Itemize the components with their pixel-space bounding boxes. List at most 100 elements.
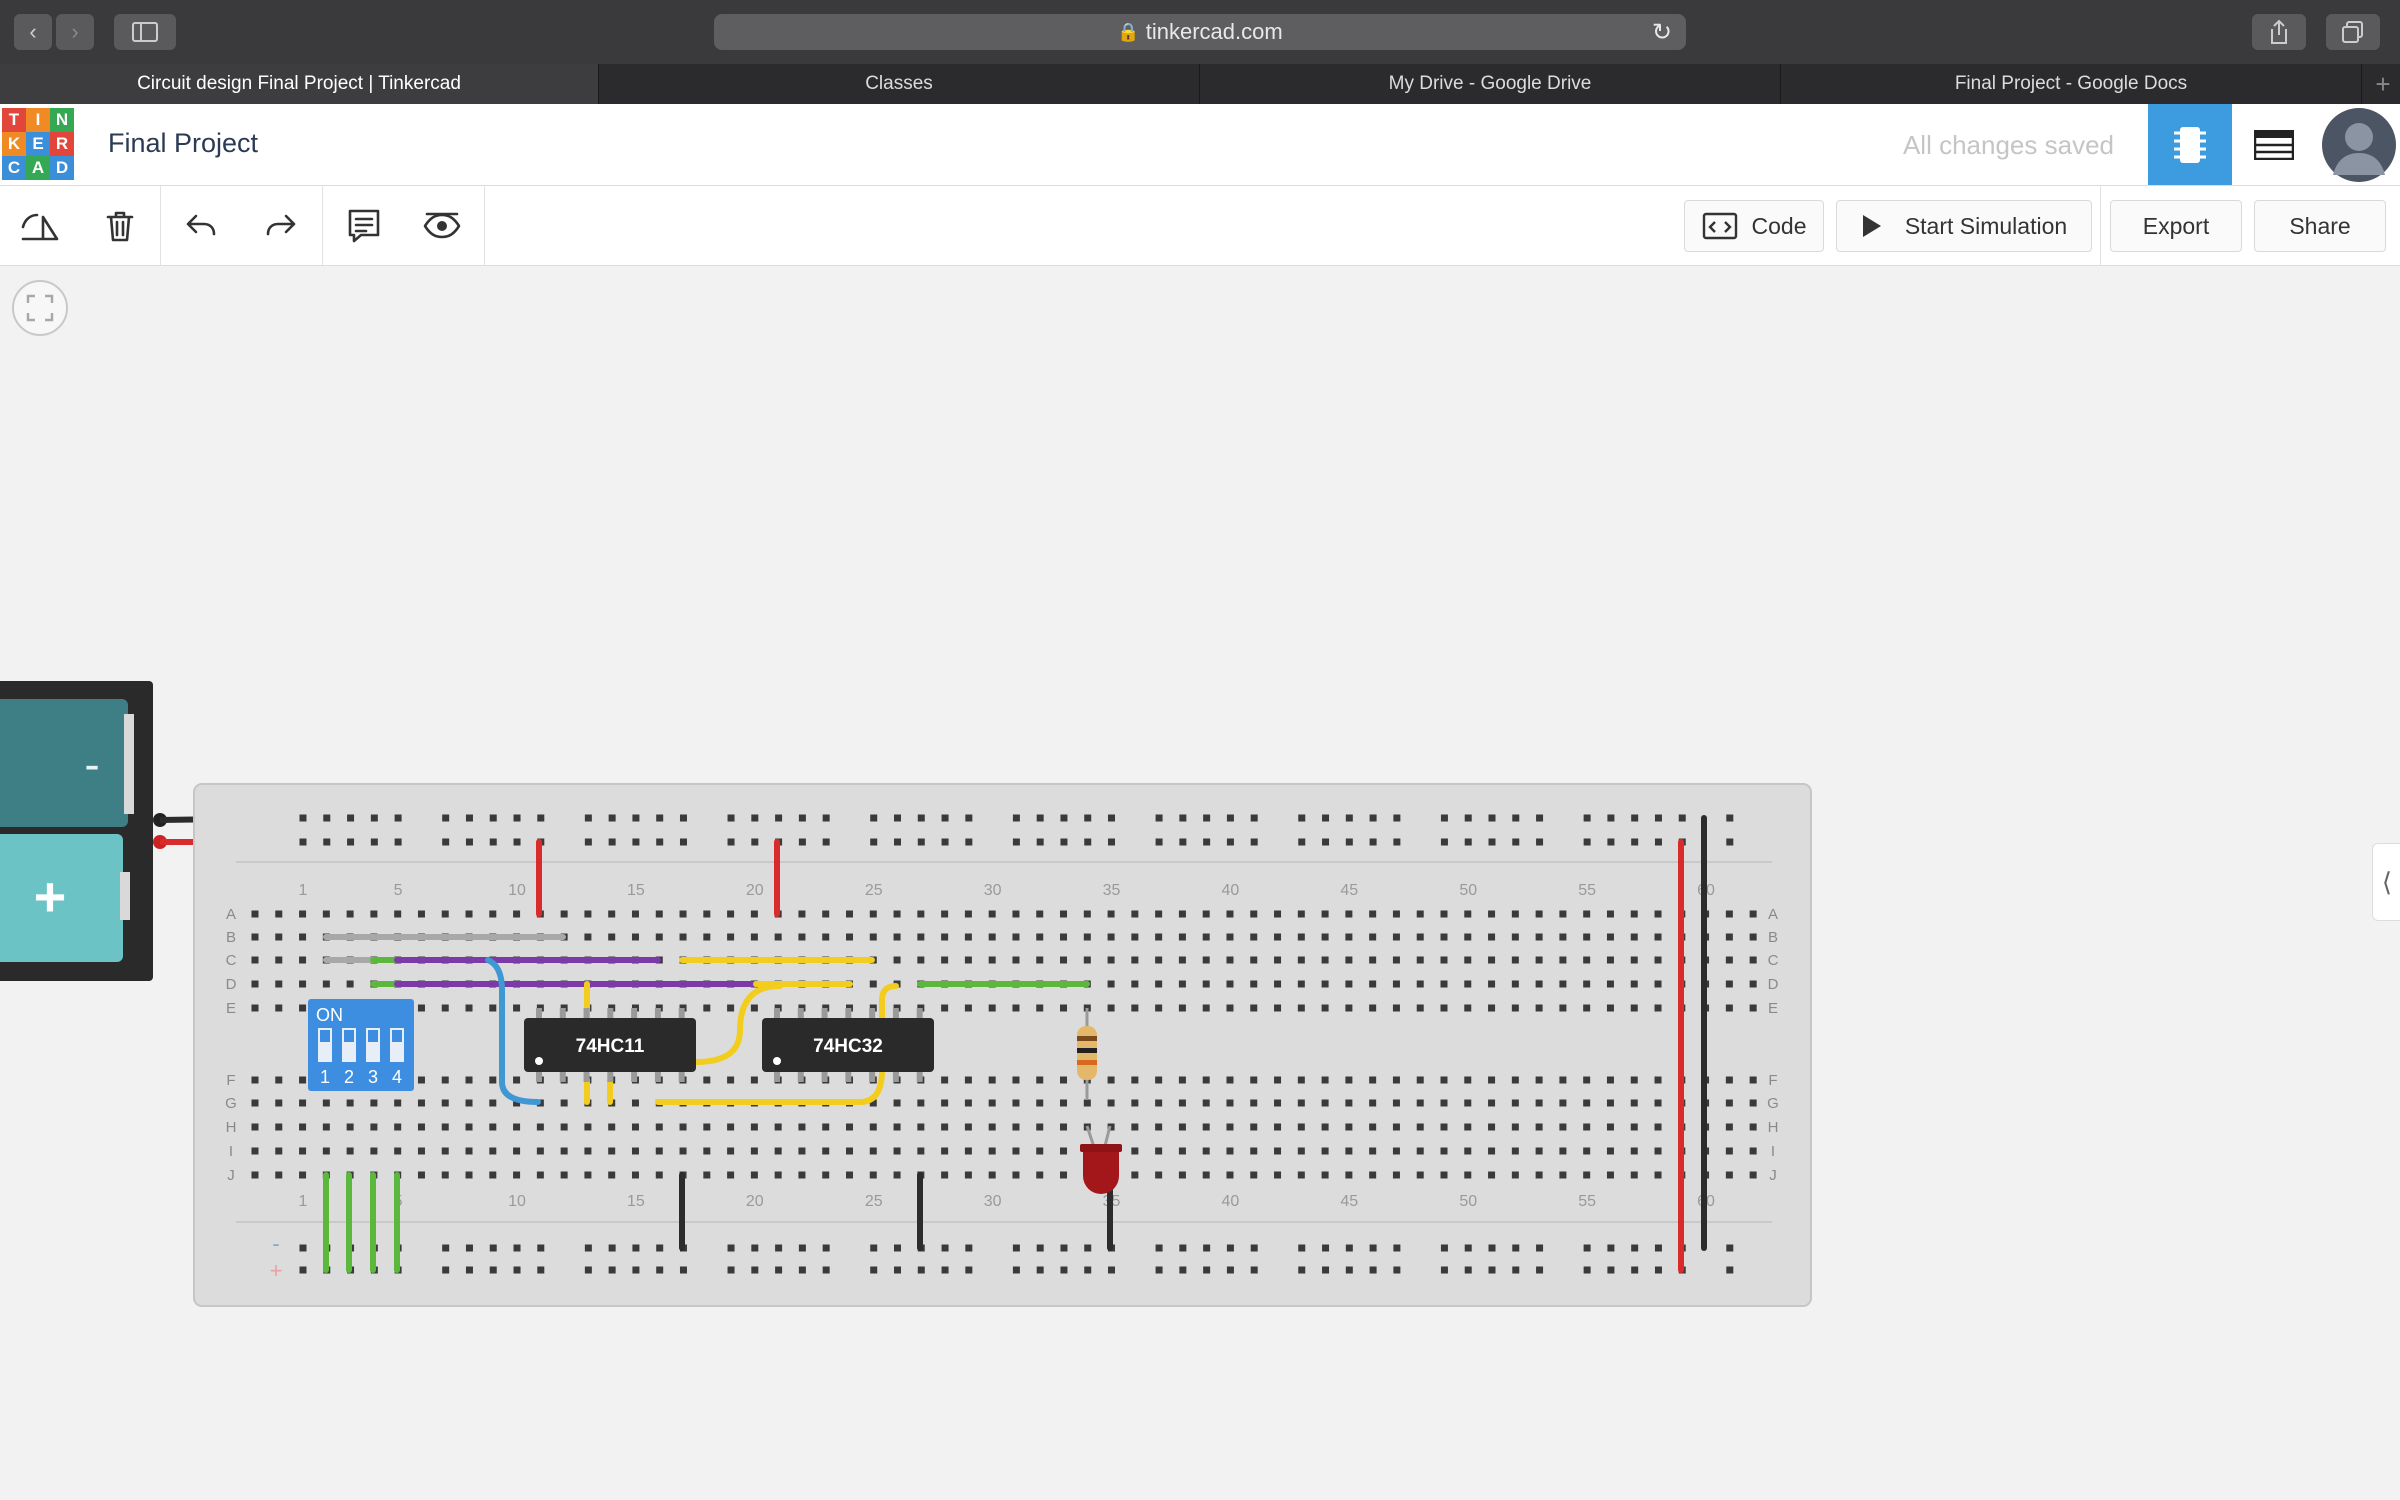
- breadboard-hole[interactable]: [1726, 1244, 1734, 1252]
- breadboard-hole[interactable]: [1392, 1123, 1400, 1131]
- breadboard-hole[interactable]: [703, 1004, 711, 1012]
- breadboard-hole[interactable]: [1440, 1266, 1448, 1274]
- breadboard-hole[interactable]: [513, 956, 521, 964]
- breadboard-hole[interactable]: [774, 1004, 782, 1012]
- breadboard-hole[interactable]: [1203, 838, 1211, 846]
- breadboard-hole[interactable]: [1202, 1004, 1210, 1012]
- breadboard-hole[interactable]: [798, 838, 806, 846]
- breadboard-hole[interactable]: [1178, 1099, 1186, 1107]
- breadboard-hole[interactable]: [798, 1076, 806, 1084]
- breadboard-hole[interactable]: [1369, 956, 1377, 964]
- breadboard-hole[interactable]: [679, 1099, 687, 1107]
- breadboard-hole[interactable]: [822, 1171, 830, 1179]
- breadboard-hole[interactable]: [1060, 814, 1068, 822]
- breadboard-hole[interactable]: [703, 1076, 711, 1084]
- breadboard-hole[interactable]: [631, 933, 639, 941]
- breadboard-hole[interactable]: [489, 1147, 497, 1155]
- breadboard-hole[interactable]: [275, 1171, 283, 1179]
- breadboard-hole[interactable]: [346, 956, 354, 964]
- breadboard-hole[interactable]: [1559, 980, 1567, 988]
- breadboard-hole[interactable]: [750, 1099, 758, 1107]
- breadboard-hole[interactable]: [1536, 1266, 1544, 1274]
- breadboard-hole[interactable]: [417, 1147, 425, 1155]
- breadboard-hole[interactable]: [893, 1147, 901, 1155]
- breadboard-hole[interactable]: [1202, 1147, 1210, 1155]
- breadboard-hole[interactable]: [822, 1004, 830, 1012]
- breadboard-hole[interactable]: [679, 980, 687, 988]
- breadboard-hole[interactable]: [1678, 933, 1686, 941]
- breadboard-hole[interactable]: [988, 1123, 996, 1131]
- breadboard-hole[interactable]: [1369, 1076, 1377, 1084]
- breadboard-hole[interactable]: [632, 838, 640, 846]
- breadboard-hole[interactable]: [608, 1099, 616, 1107]
- breadboard-hole[interactable]: [536, 1171, 544, 1179]
- breadboard-hole[interactable]: [1440, 980, 1448, 988]
- breadboard-hole[interactable]: [322, 980, 330, 988]
- breadboard-hole[interactable]: [1036, 1004, 1044, 1012]
- breadboard-hole[interactable]: [774, 980, 782, 988]
- breadboard-hole[interactable]: [750, 1076, 758, 1084]
- breadboard-hole[interactable]: [1226, 1171, 1234, 1179]
- redo-button[interactable]: [254, 200, 306, 252]
- breadboard-hole[interactable]: [988, 1171, 996, 1179]
- breadboard-hole[interactable]: [1678, 980, 1686, 988]
- breadboard-hole[interactable]: [1392, 956, 1400, 964]
- breadboard-hole[interactable]: [869, 1076, 877, 1084]
- breadboard-hole[interactable]: [1297, 956, 1305, 964]
- breadboard-hole[interactable]: [1726, 1266, 1734, 1274]
- delete-button[interactable]: [94, 200, 146, 252]
- breadboard-hole[interactable]: [346, 1004, 354, 1012]
- breadboard-hole[interactable]: [1416, 1099, 1424, 1107]
- breadboard-hole[interactable]: [917, 1123, 925, 1131]
- breadboard-hole[interactable]: [251, 1123, 259, 1131]
- breadboard-hole[interactable]: [1535, 910, 1543, 918]
- breadboard-hole[interactable]: [1202, 1099, 1210, 1107]
- breadboard-hole[interactable]: [1321, 1004, 1329, 1012]
- breadboard-hole[interactable]: [941, 1171, 949, 1179]
- breadboard-hole[interactable]: [869, 1004, 877, 1012]
- breadboard-hole[interactable]: [536, 1076, 544, 1084]
- breadboard-hole[interactable]: [1511, 910, 1519, 918]
- breadboard-hole[interactable]: [1131, 910, 1139, 918]
- breadboard-hole[interactable]: [513, 980, 521, 988]
- breadboard-hole[interactable]: [1511, 933, 1519, 941]
- breadboard-hole[interactable]: [1226, 1076, 1234, 1084]
- breadboard-hole[interactable]: [394, 1147, 402, 1155]
- breadboard-hole[interactable]: [1583, 838, 1591, 846]
- breadboard-hole[interactable]: [1535, 1004, 1543, 1012]
- breadboard-hole[interactable]: [846, 980, 853, 988]
- breadboard-hole[interactable]: [1297, 933, 1305, 941]
- breadboard-hole[interactable]: [798, 1244, 806, 1252]
- breadboard-hole[interactable]: [869, 1147, 877, 1155]
- breadboard-hole[interactable]: [964, 956, 972, 964]
- breadboard-hole[interactable]: [489, 1171, 497, 1179]
- breadboard-hole[interactable]: [1511, 1147, 1519, 1155]
- breadboard-hole[interactable]: [750, 980, 758, 988]
- breadboard-hole[interactable]: [1226, 838, 1234, 846]
- breadboard-hole[interactable]: [656, 838, 664, 846]
- led[interactable]: [1080, 1125, 1122, 1194]
- breadboard-hole[interactable]: [1155, 1076, 1163, 1084]
- breadboard-hole[interactable]: [608, 1076, 616, 1084]
- breadboard-hole[interactable]: [1488, 910, 1496, 918]
- breadboard-hole[interactable]: [394, 838, 402, 846]
- breadboard-hole[interactable]: [1369, 1004, 1377, 1012]
- breadboard-hole[interactable]: [775, 838, 783, 846]
- breadboard-hole[interactable]: [869, 980, 877, 988]
- circuit-view-button[interactable]: [2148, 104, 2232, 185]
- breadboard-hole[interactable]: [251, 1076, 259, 1084]
- breadboard-hole[interactable]: [1321, 933, 1329, 941]
- breadboard-hole[interactable]: [917, 1147, 925, 1155]
- breadboard-hole[interactable]: [1464, 1076, 1472, 1084]
- breadboard-hole[interactable]: [1725, 956, 1733, 964]
- breadboard-hole[interactable]: [1274, 1123, 1282, 1131]
- breadboard-hole[interactable]: [1155, 1171, 1163, 1179]
- breadboard-hole[interactable]: [513, 1099, 521, 1107]
- breadboard-hole[interactable]: [917, 980, 925, 988]
- breadboard-hole[interactable]: [560, 933, 568, 941]
- breadboard-hole[interactable]: [370, 980, 378, 988]
- breadboard-hole[interactable]: [1274, 933, 1282, 941]
- breadboard-hole[interactable]: [1607, 838, 1615, 846]
- breadboard-hole[interactable]: [631, 1004, 639, 1012]
- breadboard-hole[interactable]: [964, 910, 972, 918]
